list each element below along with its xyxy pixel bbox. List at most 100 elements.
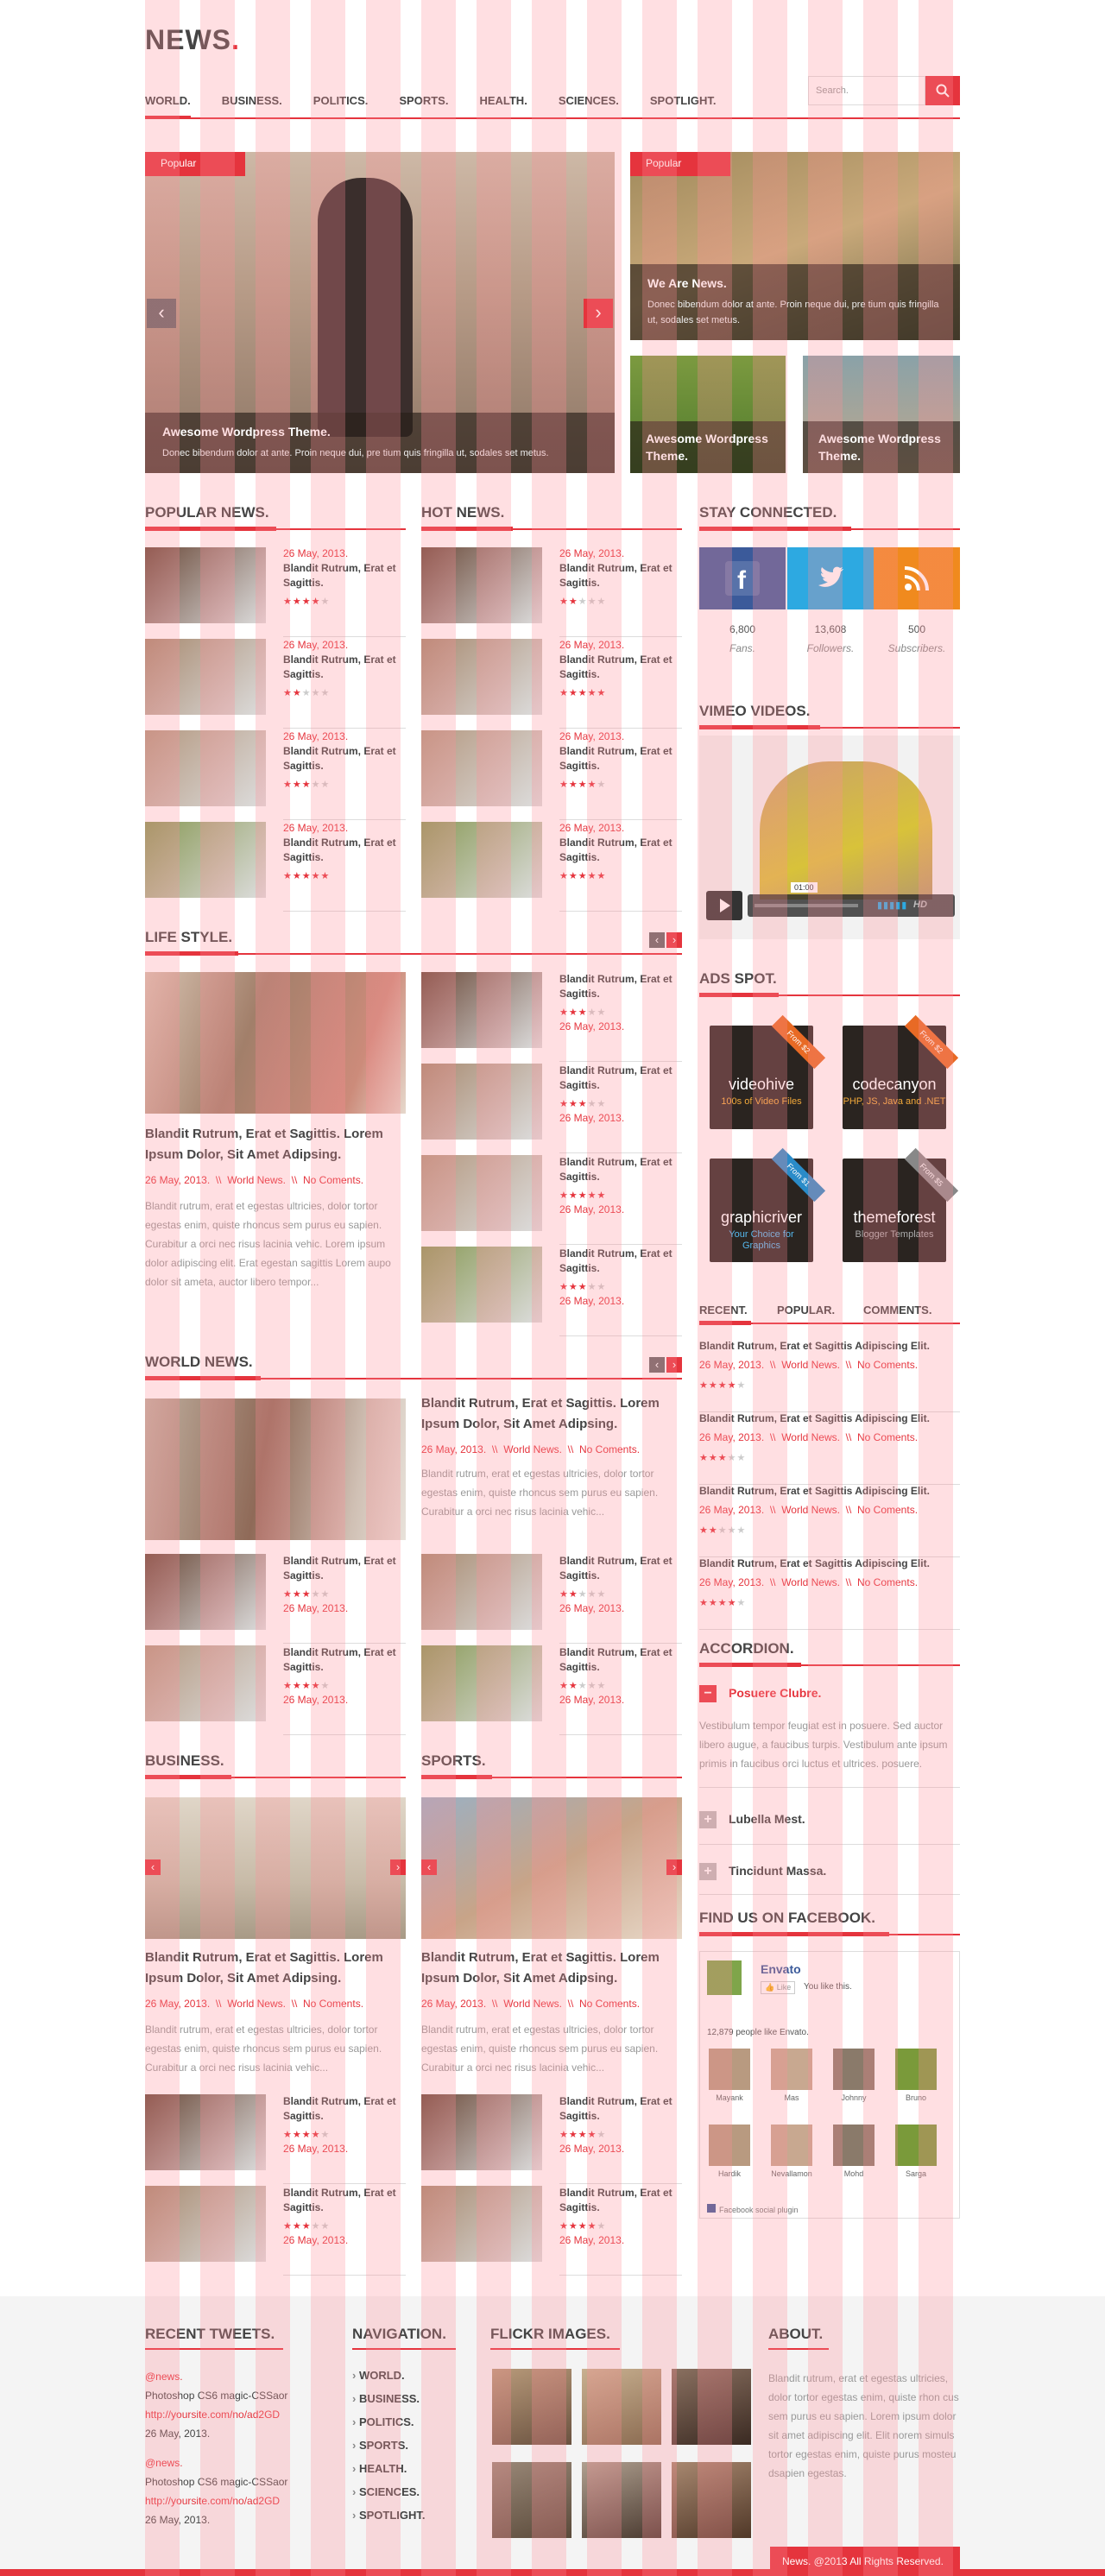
news-item[interactable]: 26 May, 2013. Blandit Rutrum, Erat et Sag… <box>421 2186 682 2276</box>
ad-videohive[interactable]: From $2 videohive 100s of Video Files <box>710 1014 826 1129</box>
news-thumbnail[interactable] <box>421 1064 542 1140</box>
news-title[interactable]: Blandit Rutrum, Erat et Sagittis. <box>559 1064 680 1093</box>
world-featured-image[interactable] <box>145 1398 406 1540</box>
news-title[interactable]: Blandit Rutrum, Erat et Sagittis. <box>559 653 680 682</box>
sports-post-title[interactable]: Blandit Rutrum, Erat et Sagittis. Lorem … <box>421 1948 682 1989</box>
sports-featured-image[interactable]: ‹ › <box>421 1797 682 1939</box>
news-item[interactable]: 26 May, 2013. Blandit Rutrum, Erat et Sag… <box>421 2094 682 2184</box>
tab-popular[interactable]: POPULAR. <box>777 1304 835 1316</box>
tab-comments[interactable]: COMMENTS. <box>863 1304 931 1316</box>
play-button[interactable] <box>706 891 742 920</box>
recent-title[interactable]: Blandit Rutrum, Erat et Sagittis Adipisc… <box>699 1412 960 1424</box>
news-item[interactable]: 26 May, 2013. Blandit Rutrum, Erat et Sag… <box>421 1645 682 1735</box>
fan-avatar[interactable] <box>895 2049 937 2090</box>
news-item[interactable]: 26 May, 2013. Blandit Rutrum, Erat et Sag… <box>421 639 682 729</box>
slide-title[interactable]: Awesome Wordpress Theme. <box>162 425 597 439</box>
fan-avatar[interactable] <box>709 2125 750 2166</box>
news-thumbnail[interactable] <box>421 1645 542 1721</box>
news-thumbnail[interactable] <box>145 547 266 623</box>
recent-item[interactable]: Blandit Rutrum, Erat et Sagittis Adipisc… <box>699 1340 960 1412</box>
news-item[interactable]: 26 May, 2013. Blandit Rutrum, Erat et Sag… <box>421 1247 682 1336</box>
nav-spotlight[interactable]: SPOTLIGHT. <box>650 92 717 119</box>
rss-tile[interactable] <box>874 547 960 609</box>
tweet-handle[interactable]: @news. <box>145 2367 335 2386</box>
flickr-thumb[interactable] <box>582 2462 661 2538</box>
news-thumbnail[interactable] <box>145 2186 266 2262</box>
video-progress[interactable] <box>755 904 858 907</box>
news-title[interactable]: Blandit Rutrum, Erat et Sagittis. <box>283 653 404 682</box>
news-thumbnail[interactable] <box>421 2186 542 2262</box>
footer-nav-spotlight[interactable]: SPOTLIGHT. <box>352 2509 473 2532</box>
news-title[interactable]: Blandit Rutrum, Erat et Sagittis. <box>559 1247 680 1276</box>
hd-button[interactable]: HD <box>913 900 927 910</box>
news-title[interactable]: Blandit Rutrum, Erat et Sagittis. <box>559 1554 680 1583</box>
small-slide-title[interactable]: Awesome Wordpress Theme. <box>818 430 944 464</box>
accordion-item-3[interactable]: + Tincidunt Massa. <box>699 1863 960 1880</box>
news-thumbnail[interactable] <box>421 639 542 715</box>
news-title[interactable]: Blandit Rutrum, Erat et Sagittis. <box>559 561 680 590</box>
sports-prev-button[interactable]: ‹ <box>421 1859 437 1875</box>
fan-avatar[interactable] <box>771 2049 812 2090</box>
tweet-handle[interactable]: @news. <box>145 2453 335 2472</box>
news-title[interactable]: Blandit Rutrum, Erat et Sagittis. <box>559 2186 680 2215</box>
flickr-thumb[interactable] <box>672 2462 751 2538</box>
recent-item[interactable]: Blandit Rutrum, Erat et Sagittis Adipisc… <box>699 1485 960 1557</box>
news-item[interactable]: 26 May, 2013. Blandit Rutrum, Erat et Sag… <box>145 730 406 820</box>
news-item[interactable]: 26 May, 2013. Blandit Rutrum, Erat et Sag… <box>421 972 682 1062</box>
news-thumbnail[interactable] <box>421 2094 542 2170</box>
news-thumbnail[interactable] <box>145 822 266 898</box>
tab-recent[interactable]: RECENT. <box>699 1304 748 1316</box>
footer-nav-sports[interactable]: SPORTS. <box>352 2439 473 2462</box>
news-item[interactable]: 26 May, 2013. Blandit Rutrum, Erat et Sag… <box>145 1645 406 1735</box>
news-title[interactable]: Blandit Rutrum, Erat et Sagittis. <box>283 1554 404 1583</box>
news-title[interactable]: Blandit Rutrum, Erat et Sagittis. <box>559 1155 680 1184</box>
news-thumbnail[interactable] <box>421 972 542 1048</box>
side-slide[interactable]: Popular We Are News. Donec bibendum dolo… <box>630 152 960 340</box>
news-thumbnail[interactable] <box>421 1554 542 1630</box>
news-thumbnail[interactable] <box>145 1554 266 1630</box>
ad-graphicriver[interactable]: From $1 graphicriver Your Choice for Graph… <box>710 1147 826 1262</box>
footer-nav-health[interactable]: HEALTH. <box>352 2462 473 2485</box>
news-item[interactable]: 26 May, 2013. Blandit Rutrum, Erat et Sag… <box>421 547 682 637</box>
news-item[interactable]: 26 May, 2013. Blandit Rutrum, Erat et Sag… <box>145 822 406 912</box>
recent-title[interactable]: Blandit Rutrum, Erat et Sagittis Adipisc… <box>699 1485 960 1497</box>
nav-world[interactable]: WORLD. <box>145 92 191 119</box>
news-item[interactable]: 26 May, 2013. Blandit Rutrum, Erat et Sag… <box>421 822 682 912</box>
life-featured-image[interactable] <box>145 972 406 1114</box>
recent-item[interactable]: Blandit Rutrum, Erat et Sagittis Adipisc… <box>699 1557 960 1630</box>
news-thumbnail[interactable] <box>421 1247 542 1323</box>
news-thumbnail[interactable] <box>145 639 266 715</box>
recent-title[interactable]: Blandit Rutrum, Erat et Sagittis Adipisc… <box>699 1557 960 1569</box>
news-title[interactable]: Blandit Rutrum, Erat et Sagittis. <box>559 744 680 773</box>
news-thumbnail[interactable] <box>421 1155 542 1231</box>
news-item[interactable]: 26 May, 2013. Blandit Rutrum, Erat et Sag… <box>421 1554 682 1644</box>
world-post-title[interactable]: Blandit Rutrum, Erat et Sagittis. Lorem … <box>421 1393 682 1435</box>
news-title[interactable]: Blandit Rutrum, Erat et Sagittis. <box>559 1645 680 1675</box>
news-title[interactable]: Blandit Rutrum, Erat et Sagittis. <box>283 744 404 773</box>
nav-politics[interactable]: POLITICS. <box>313 92 369 119</box>
side-title[interactable]: We Are News. <box>647 276 943 290</box>
video-player[interactable]: 01:00 ▮▮▮▮▮ HD <box>699 736 960 939</box>
flickr-thumb[interactable] <box>582 2369 661 2445</box>
business-featured-image[interactable]: ‹ › <box>145 1797 406 1939</box>
main-slider[interactable]: Popular ‹ › Awesome Wordpress Theme. Don… <box>145 152 615 473</box>
sports-next-button[interactable]: › <box>666 1859 682 1875</box>
nav-health[interactable]: HEALTH. <box>479 92 527 119</box>
news-title[interactable]: Blandit Rutrum, Erat et Sagittis. <box>559 972 680 1001</box>
news-thumbnail[interactable] <box>145 730 266 806</box>
footer-nav-business[interactable]: BUSINESS. <box>352 2392 473 2415</box>
news-thumbnail[interactable] <box>421 730 542 806</box>
news-item[interactable]: 26 May, 2013. Blandit Rutrum, Erat et Sag… <box>145 2094 406 2184</box>
recent-item[interactable]: Blandit Rutrum, Erat et Sagittis Adipisc… <box>699 1412 960 1485</box>
flickr-thumb[interactable] <box>492 2462 571 2538</box>
news-title[interactable]: Blandit Rutrum, Erat et Sagittis. <box>283 561 404 590</box>
volume-bars[interactable]: ▮▮▮▮▮ <box>877 900 907 911</box>
news-item[interactable]: 26 May, 2013. Blandit Rutrum, Erat et Sag… <box>145 1554 406 1644</box>
ad-codecanyon[interactable]: From $2 codecanyon PHP, JS, Java and .NET <box>843 1014 959 1129</box>
flickr-thumb[interactable] <box>672 2369 751 2445</box>
twitter-tile[interactable] <box>787 547 874 609</box>
world-next-button[interactable]: › <box>666 1357 682 1373</box>
news-thumbnail[interactable] <box>421 822 542 898</box>
slider-next-button[interactable]: › <box>584 299 613 328</box>
tweet-link[interactable]: http://yoursite.com/no/ad2GD <box>145 2405 335 2424</box>
